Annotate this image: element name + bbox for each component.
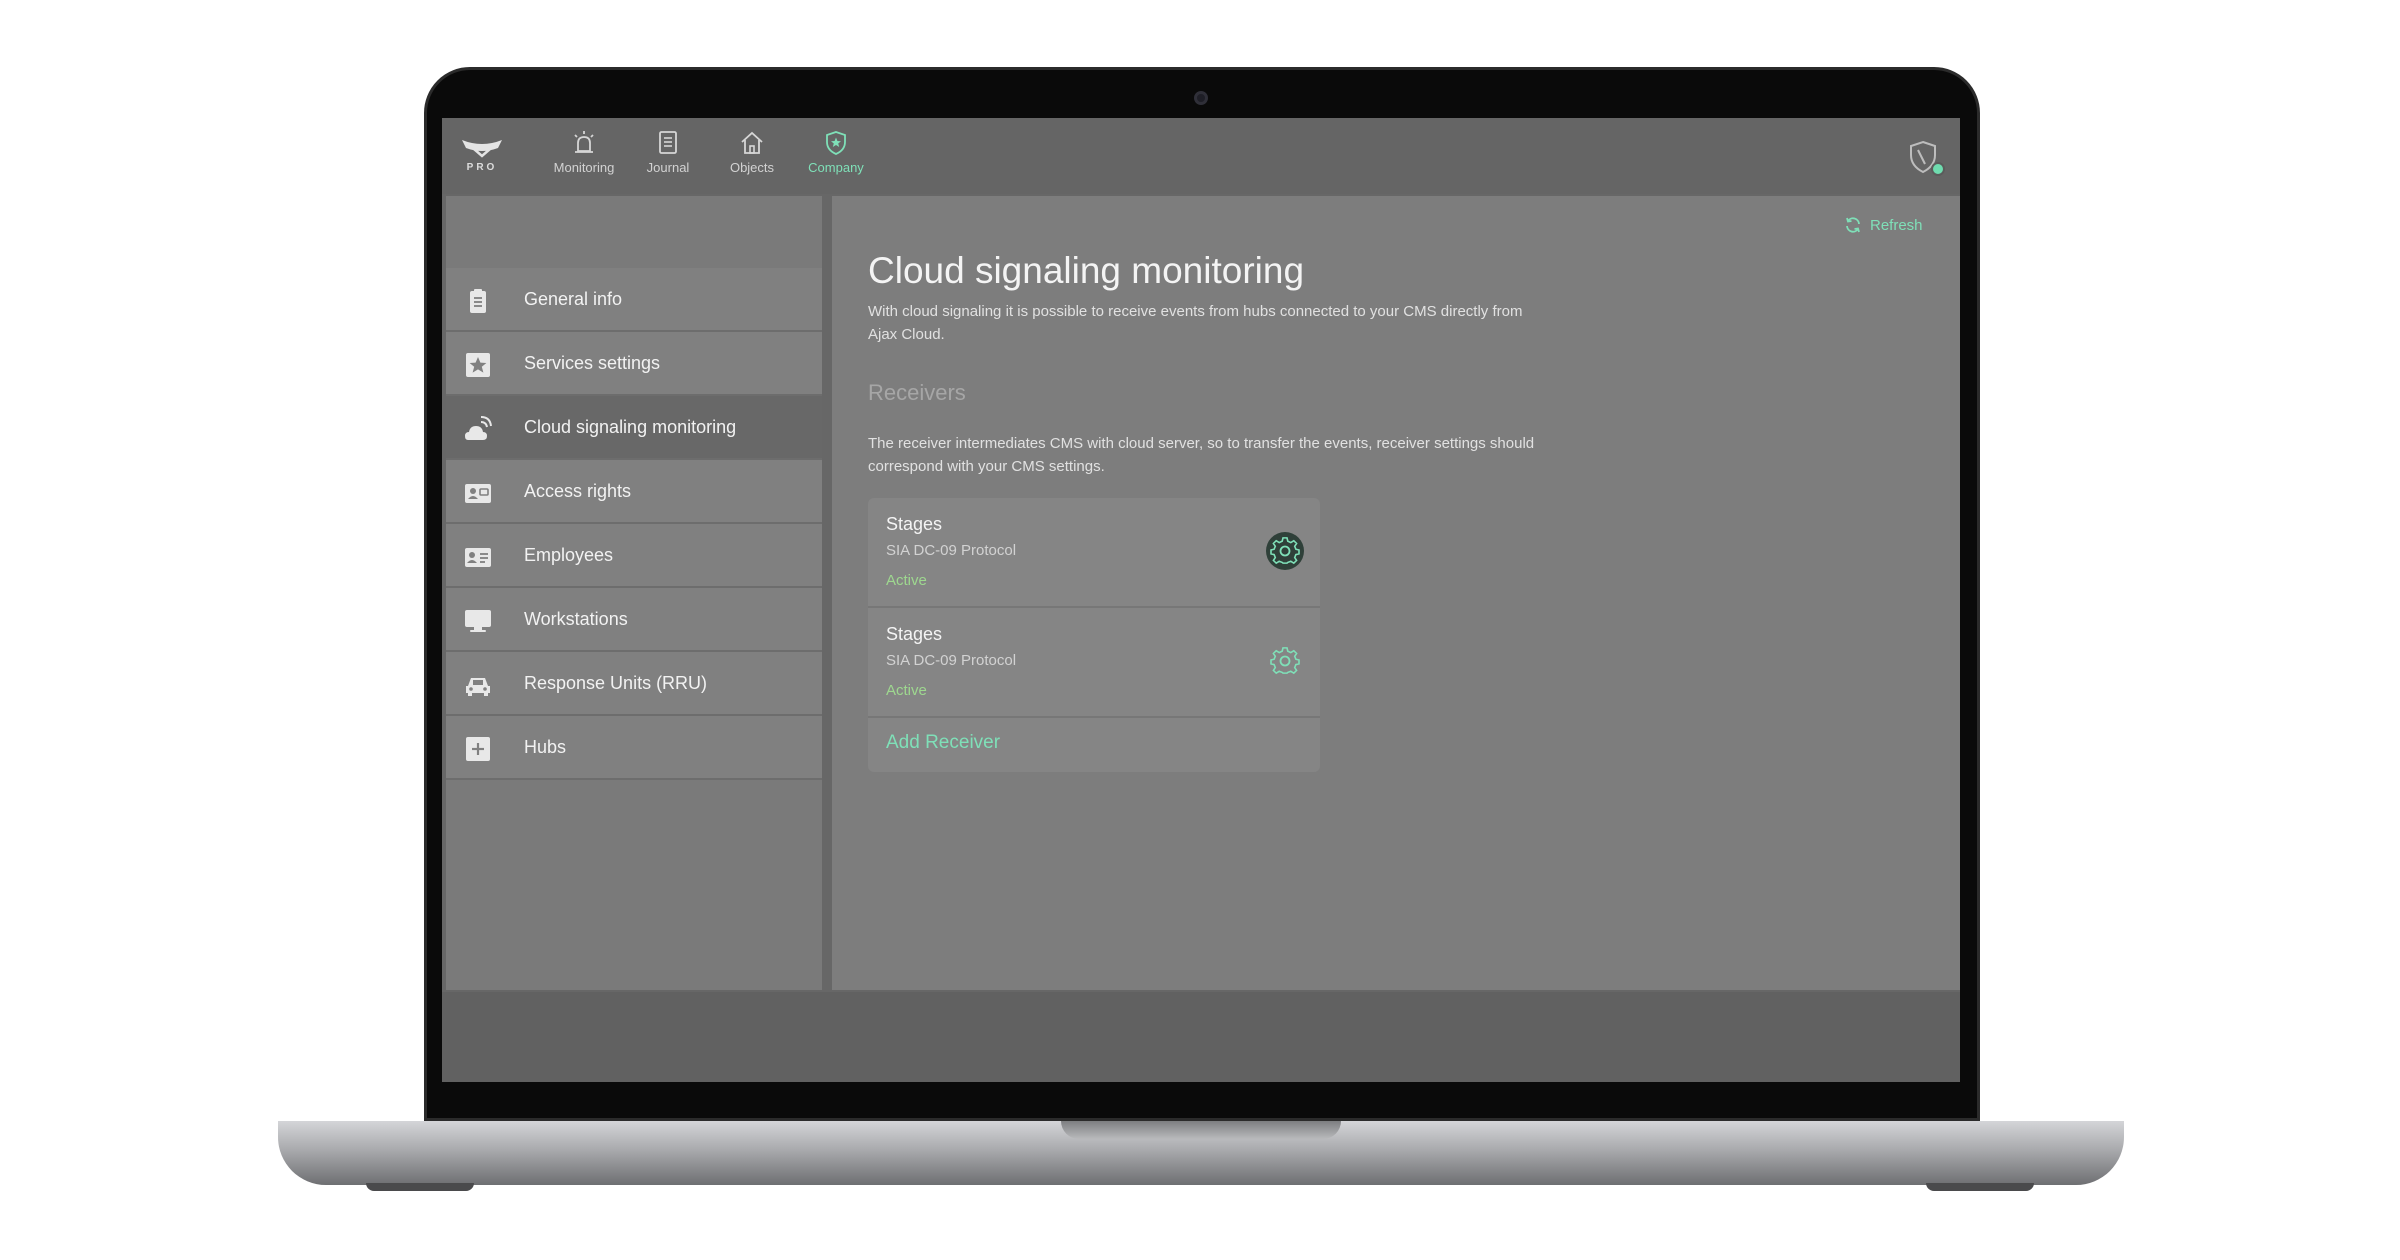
sidebar-item-access-rights[interactable]: Access rights [446, 460, 822, 524]
sidebar-item-label: Workstations [524, 608, 628, 629]
sidebar-item-label: Access rights [524, 480, 632, 501]
laptop-notch [1061, 1121, 1341, 1139]
page-title: Cloud signaling monitoring [868, 250, 1305, 291]
sidebar-header [446, 196, 822, 268]
clipboard-icon [470, 289, 486, 313]
cloud-signal-icon [465, 416, 492, 440]
receiver-name: Stages [886, 624, 943, 644]
shield-star-icon [826, 131, 846, 155]
nav-journal[interactable]: Journal [626, 130, 710, 186]
nav-label: Journal [646, 160, 690, 175]
add-receiver-button[interactable]: Add Receiver [886, 732, 1000, 754]
sidebar-item-label: Employees [524, 544, 614, 565]
star-icon [466, 353, 490, 377]
id-card-icon [465, 484, 491, 503]
nav-label: Company [808, 160, 864, 175]
laptop-foot-left [366, 1183, 474, 1191]
plus-square-icon [466, 737, 490, 761]
nav-monitoring[interactable]: Monitoring [542, 130, 626, 186]
nav-company[interactable]: Company [794, 130, 878, 186]
sidebar-item-services-settings[interactable]: Services settings [446, 332, 822, 396]
sidebar-item-response-units[interactable]: Response Units (RRU) [446, 652, 822, 716]
logo-text: PRO [466, 162, 498, 173]
sidebar: General info Services settings Cloud sig… [446, 196, 822, 990]
gear-icon [1270, 537, 1300, 565]
logo-icon [462, 140, 502, 158]
receiver-name: Stages [886, 514, 943, 534]
sidebar-item-label: Cloud signaling monitoring [524, 416, 737, 437]
sidebar-item-hubs[interactable]: Hubs [446, 716, 822, 780]
sidebar-item-label: Response Units (RRU) [524, 672, 708, 693]
app-screen: PRO Monitoring Journal Objects Company G… [442, 118, 1960, 1082]
sidebar-item-label: Services settings [524, 352, 661, 373]
laptop-foot-right [1926, 1183, 2034, 1191]
nav-label: Monitoring [553, 160, 615, 175]
nav-label: Objects [729, 160, 775, 175]
journal-icon [659, 131, 677, 154]
refresh-label: Refresh [1870, 216, 1923, 234]
monitor-icon [465, 610, 491, 632]
house-icon [741, 131, 763, 154]
receiver-protocol: SIA DC-09 Protocol [886, 542, 1017, 559]
alarm-icon [574, 131, 594, 153]
sidebar-item-employees[interactable]: Employees [446, 524, 822, 588]
receiver-settings-button[interactable] [1266, 642, 1304, 680]
camera-icon [1194, 91, 1208, 105]
sidebar-item-workstations[interactable]: Workstations [446, 588, 822, 652]
refresh-icon [1846, 217, 1860, 233]
gear-icon [1270, 647, 1300, 675]
receiver-protocol: SIA DC-09 Protocol [886, 652, 1017, 669]
badge-icon [465, 548, 491, 567]
ajax-pro-logo[interactable]: PRO [456, 134, 508, 178]
receivers-section-title: Receivers [868, 380, 966, 405]
receiver-status: Active [886, 572, 927, 589]
top-nav-bar: PRO Monitoring Journal Objects Company [442, 118, 1960, 194]
receiver-settings-button[interactable] [1266, 532, 1304, 570]
bottom-bar [442, 992, 1960, 1082]
car-icon [466, 678, 490, 696]
sidebar-item-general-info[interactable]: General info [446, 268, 822, 332]
online-status-dot [1931, 162, 1945, 176]
receivers-description: The receiver intermediates CMS with clou… [868, 435, 1535, 475]
receiver-item[interactable]: Stages SIA DC-09 Protocol Active [868, 608, 1320, 718]
nav-objects[interactable]: Objects [710, 130, 794, 186]
sidebar-item-label: Hubs [524, 736, 567, 757]
sidebar-item-cloud-signaling-monitoring[interactable]: Cloud signaling monitoring [446, 396, 822, 460]
receiver-status: Active [886, 682, 927, 699]
receiver-item[interactable]: Stages SIA DC-09 Protocol Active [868, 498, 1320, 608]
sidebar-item-label: General info [524, 288, 623, 309]
main-content: Refresh Cloud signaling monitoring With … [832, 196, 1960, 990]
refresh-button[interactable]: Refresh [1844, 214, 1923, 236]
receivers-list: Stages SIA DC-09 Protocol Active Stages … [868, 498, 1320, 772]
page-description: With cloud signaling it is possible to r… [868, 303, 1523, 343]
